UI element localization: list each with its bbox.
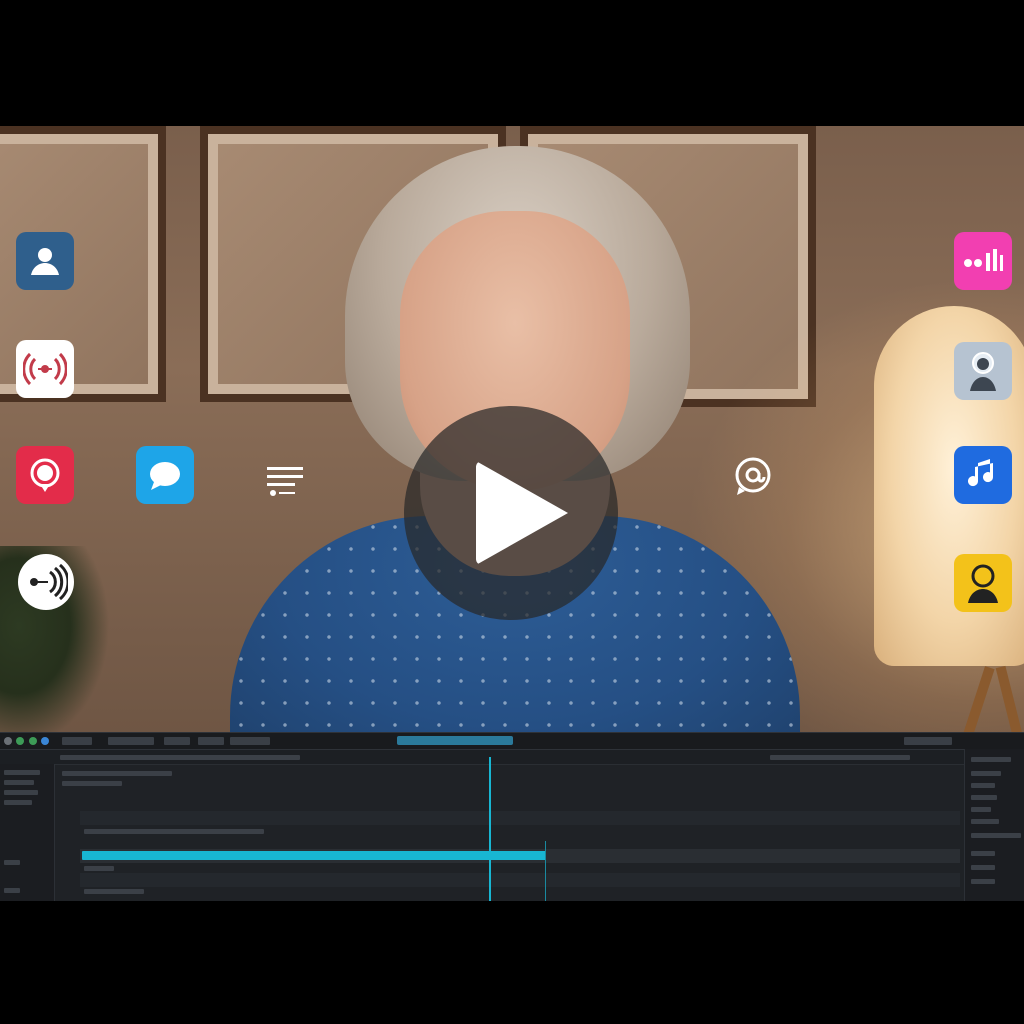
- inspector-item[interactable]: [971, 851, 995, 856]
- toolbar-items[interactable]: [60, 755, 300, 760]
- media-panel: [0, 764, 55, 901]
- media-item[interactable]: [4, 888, 20, 893]
- audio-bars-icon[interactable]: [954, 232, 1012, 290]
- at-chat-icon[interactable]: [724, 448, 782, 506]
- media-item[interactable]: [4, 800, 32, 805]
- track-label: [84, 866, 114, 871]
- broadcast-icon[interactable]: [16, 340, 74, 398]
- menu-item[interactable]: [904, 737, 952, 745]
- music-note-icon[interactable]: [954, 446, 1012, 504]
- search-field[interactable]: [397, 736, 513, 745]
- track-label: [84, 889, 144, 894]
- menu-item[interactable]: [62, 737, 92, 745]
- text-lines-icon[interactable]: [256, 452, 314, 510]
- inspector-item[interactable]: [971, 819, 999, 824]
- avatar-icon[interactable]: [954, 342, 1012, 400]
- video-editor-panel: [0, 732, 1024, 901]
- timeline-label: [62, 781, 122, 786]
- window-dot[interactable]: [4, 737, 12, 745]
- menu-item[interactable]: [108, 737, 154, 745]
- window-dot[interactable]: [29, 737, 37, 745]
- media-item[interactable]: [4, 780, 34, 785]
- editor-topbar: [0, 733, 1024, 750]
- play-icon: [476, 461, 568, 565]
- menu-item[interactable]: [164, 737, 190, 745]
- chat-bubble-icon[interactable]: [136, 446, 194, 504]
- menu-item[interactable]: [230, 737, 270, 745]
- video-player[interactable]: [0, 126, 1024, 732]
- podcast-icon[interactable]: [16, 446, 74, 504]
- media-item[interactable]: [4, 860, 20, 865]
- window-dot[interactable]: [41, 737, 49, 745]
- person-icon[interactable]: [954, 554, 1012, 612]
- inspector-item[interactable]: [971, 795, 997, 800]
- timeline-label: [62, 771, 172, 776]
- screen: [0, 0, 1024, 1024]
- timeline-track[interactable]: [80, 873, 960, 887]
- sound-wave-icon[interactable]: [18, 554, 74, 610]
- media-item[interactable]: [4, 790, 38, 795]
- menu-item[interactable]: [198, 737, 224, 745]
- inspector-item[interactable]: [971, 771, 1001, 776]
- timeline-clip-progress[interactable]: [82, 851, 546, 860]
- playhead[interactable]: [489, 757, 491, 901]
- user-profile-icon[interactable]: [16, 232, 74, 290]
- track-label: [84, 829, 264, 834]
- play-button[interactable]: [404, 406, 618, 620]
- inspector-item[interactable]: [971, 783, 995, 788]
- inspector-item[interactable]: [971, 807, 991, 812]
- toolbar-items[interactable]: [770, 755, 910, 760]
- inspector-item[interactable]: [971, 865, 995, 870]
- inspector-item[interactable]: [971, 833, 1021, 838]
- inspector-panel: [964, 749, 1024, 901]
- media-item[interactable]: [4, 770, 40, 775]
- inspector-item[interactable]: [971, 879, 995, 884]
- editor-toolbar: [0, 750, 1024, 765]
- window-dot[interactable]: [16, 737, 24, 745]
- clip-handle[interactable]: [545, 841, 546, 901]
- inspector-item[interactable]: [971, 757, 1011, 762]
- timeline-track[interactable]: [80, 811, 960, 825]
